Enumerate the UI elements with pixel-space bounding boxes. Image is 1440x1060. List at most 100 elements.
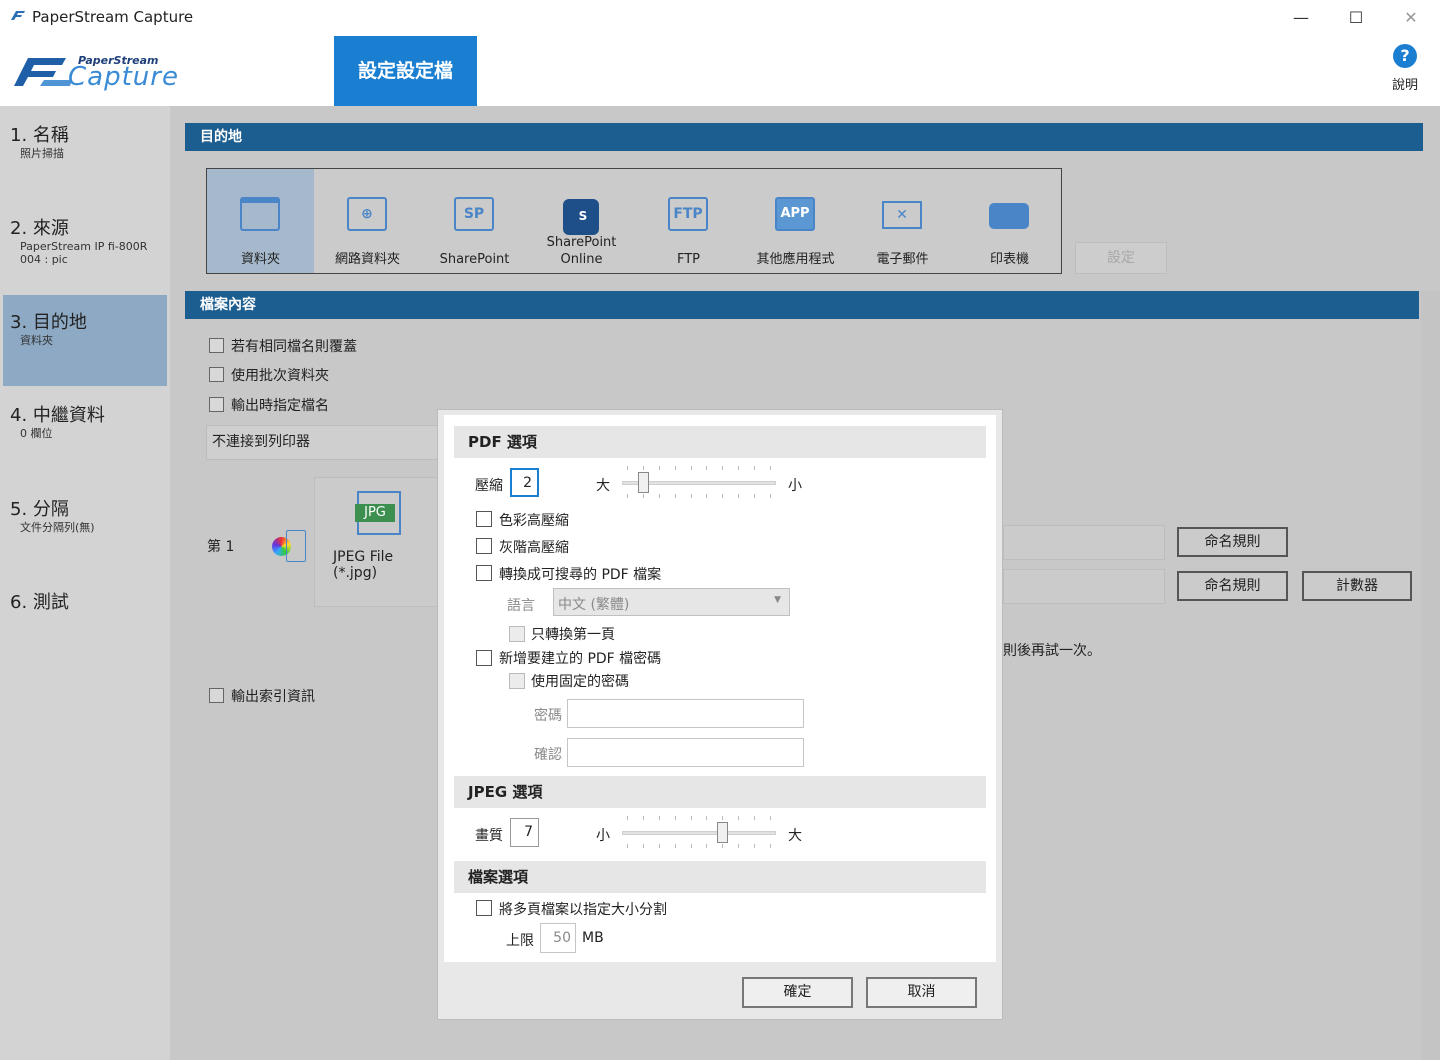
batch-folder-checkbox[interactable]	[209, 367, 224, 382]
sidebar-item-destination[interactable]: 3. 目的地 資料夾	[0, 308, 170, 347]
help-button[interactable]: ? 說明	[1385, 44, 1425, 93]
file-content-section-header: 檔案內容	[185, 291, 1419, 319]
slider-tick	[627, 844, 628, 848]
fixed-password-checkbox[interactable]	[509, 673, 525, 689]
step-title: 2. 來源	[10, 218, 69, 239]
quality-max-label: 大	[788, 828, 802, 844]
destination-ftp[interactable]: FTP FTP	[635, 169, 742, 273]
slider-tick	[738, 844, 739, 848]
app-icon	[9, 9, 27, 23]
destination-section-header: 目的地	[185, 123, 1423, 151]
color-compression-checkbox[interactable]	[476, 511, 492, 527]
slider-tick	[706, 844, 707, 848]
step-title: 6. 測試	[10, 592, 69, 613]
slider-tick	[738, 494, 739, 498]
compression-slider[interactable]	[622, 463, 776, 503]
slider-tick	[691, 466, 692, 470]
page-label: 第 1	[207, 539, 235, 555]
overwrite-checkbox[interactable]	[209, 338, 224, 353]
compression-input[interactable]: 2	[510, 468, 539, 497]
close-button[interactable]: ✕	[1388, 4, 1434, 32]
destination-label: SharePoint	[546, 235, 617, 250]
first-page-label: 只轉換第一頁	[531, 627, 615, 643]
cancel-button[interactable]: 取消	[866, 977, 977, 1008]
jpeg-section-header: JPEG 選項	[454, 776, 986, 808]
step-subtitle: 0 欄位	[20, 427, 53, 440]
index-output-label: 輸出索引資訊	[231, 689, 315, 705]
icon-text: APP	[780, 206, 810, 221]
destination-network-folder[interactable]: ⊕ 網路資料夾	[314, 169, 421, 273]
ok-button[interactable]: 確定	[742, 977, 853, 1008]
chevron-down-icon: ▼	[774, 595, 781, 605]
overwrite-label: 若有相同檔名則覆蓋	[231, 339, 357, 355]
icon-text: FTP	[673, 206, 703, 222]
file-type-selector[interactable]: JPG JPEG File (*.jpg)	[314, 477, 438, 607]
slider-thumb[interactable]	[638, 472, 649, 493]
slider-tick	[754, 816, 755, 820]
slider-track	[622, 831, 776, 835]
confirm-password-label: 確認	[534, 747, 562, 763]
destination-folder[interactable]: 資料夾	[207, 169, 314, 273]
slider-tick	[627, 494, 628, 498]
add-password-checkbox[interactable]	[476, 650, 492, 666]
counter-button[interactable]: 計數器	[1302, 571, 1412, 601]
destination-sharepoint[interactable]: SP SharePoint	[421, 169, 528, 273]
help-label: 說明	[1391, 78, 1418, 93]
naming-rule-button-2[interactable]: 命名規則	[1177, 571, 1288, 601]
quality-slider[interactable]	[622, 813, 776, 853]
split-file-label: 將多頁檔案以指定大小分割	[499, 902, 667, 918]
confirm-password-field[interactable]	[567, 738, 804, 767]
slider-thumb[interactable]	[717, 822, 728, 843]
slider-tick	[770, 494, 771, 498]
filename-field[interactable]	[1003, 525, 1165, 560]
slider-tick	[659, 466, 660, 470]
searchable-pdf-checkbox[interactable]	[476, 565, 492, 581]
sidebar-item-source[interactable]: 2. 來源 PaperStream IP fi-800R 004 : pic	[0, 214, 170, 266]
destination-label: 資料夾	[240, 252, 280, 267]
destination-printer[interactable]: 印表機	[956, 169, 1063, 273]
slider-tick	[627, 466, 628, 470]
slider-tick	[691, 816, 692, 820]
sidebar-item-metadata[interactable]: 4. 中繼資料 0 欄位	[0, 401, 170, 440]
first-page-checkbox[interactable]	[509, 626, 525, 642]
destination-sharepoint-online[interactable]: S SharePoint Online	[528, 169, 635, 273]
folder-path-field[interactable]	[1003, 569, 1165, 604]
jpg-badge: JPG	[355, 504, 395, 522]
sidebar-item-separation[interactable]: 5. 分隔 文件分隔列(無)	[0, 495, 170, 534]
gray-compression-label: 灰階高壓縮	[499, 540, 569, 556]
tab-profile-settings[interactable]: 設定設定檔	[334, 36, 477, 106]
paperstream-logo: PaperStream Capture	[10, 52, 200, 92]
icon-text: SP	[463, 206, 485, 222]
split-file-checkbox[interactable]	[476, 900, 492, 916]
step-subtitle: 文件分隔列(無)	[20, 521, 95, 534]
password-label: 密碼	[534, 708, 562, 724]
mail-icon: ✕	[882, 201, 922, 229]
gray-compression-checkbox[interactable]	[476, 538, 492, 554]
destination-other-app[interactable]: APP 其他應用程式	[742, 169, 849, 273]
step-title: 5. 分隔	[10, 499, 69, 520]
printer-select[interactable]: 不連接到列印器	[206, 425, 438, 460]
language-select[interactable]: 中文 (繁體) ▼	[553, 588, 790, 616]
destination-label: 電子郵件	[876, 252, 929, 267]
slider-tick	[706, 494, 707, 498]
title-bar	[0, 0, 1440, 34]
destination-type-panel: 資料夾 ⊕ 網路資料夾 SP SharePoint S SharePoint O…	[206, 168, 1062, 274]
slider-tick	[722, 816, 723, 820]
slider-tick	[659, 816, 660, 820]
naming-rule-button-1[interactable]: 命名規則	[1177, 527, 1288, 557]
scrollbar[interactable]	[1421, 291, 1440, 1060]
specify-name-checkbox[interactable]	[209, 397, 224, 412]
quality-input[interactable]: 7	[510, 818, 539, 847]
destination-email[interactable]: ✕ 電子郵件	[849, 169, 956, 273]
specify-name-label: 輸出時指定檔名	[231, 398, 329, 414]
limit-input[interactable]: 50	[540, 923, 576, 953]
minimize-button[interactable]: —	[1278, 4, 1324, 32]
index-output-checkbox[interactable]	[209, 688, 224, 703]
sidebar-item-test[interactable]: 6. 測試	[0, 588, 170, 614]
slider-tick	[691, 494, 692, 498]
destination-settings-button[interactable]: 設定	[1075, 242, 1167, 274]
slider-tick	[675, 816, 676, 820]
sidebar-item-name[interactable]: 1. 名稱 照片掃描	[0, 121, 170, 160]
maximize-button[interactable]: ☐	[1333, 4, 1379, 32]
password-field[interactable]	[567, 699, 804, 728]
